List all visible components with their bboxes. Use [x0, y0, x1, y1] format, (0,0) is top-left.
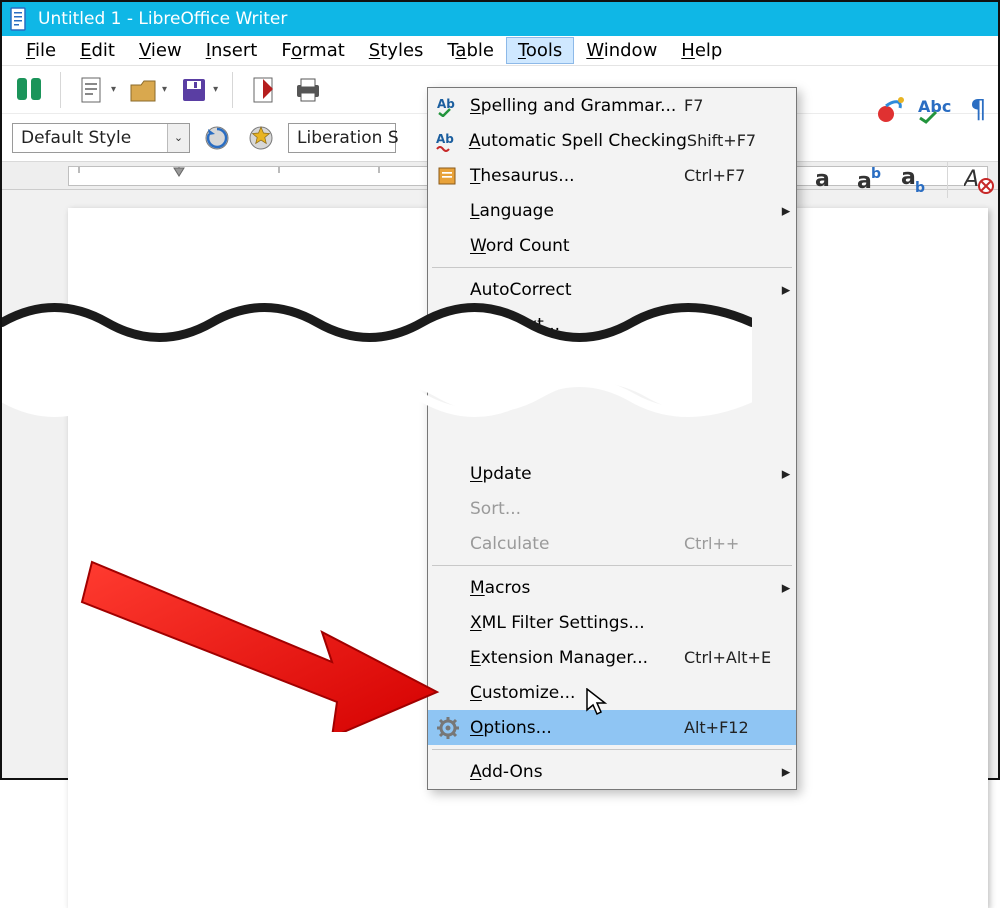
document-icon — [10, 7, 30, 31]
svg-text:a: a — [857, 169, 872, 194]
spellcheck-ab-icon: Ab — [428, 95, 468, 117]
svg-text:¶: ¶ — [970, 95, 987, 124]
open-button[interactable]: ▾ — [126, 73, 167, 107]
new-button[interactable]: ▾ — [75, 73, 116, 107]
chevron-down-icon[interactable]: ⌄ — [167, 124, 189, 152]
auto-spell-icon: Ab — [428, 130, 467, 152]
save-button[interactable]: ▾ — [177, 73, 218, 107]
gear-icon — [428, 717, 468, 739]
print-icon[interactable] — [291, 73, 325, 107]
find-replace-icon[interactable] — [12, 73, 46, 107]
tools-calculate: CalculateCtrl++ — [428, 526, 796, 561]
toolbar-right-1: Abc ¶ — [874, 92, 996, 126]
svg-text:Ab: Ab — [437, 97, 455, 111]
menu-edit[interactable]: Edit — [68, 37, 127, 64]
char-a-icon[interactable]: a — [811, 162, 845, 196]
font-name-combo[interactable]: Liberation S — [288, 123, 396, 153]
menu-insert[interactable]: Insert — [194, 37, 270, 64]
new-style-icon[interactable] — [244, 121, 278, 155]
menu-window[interactable]: Window — [574, 37, 669, 64]
menu-table[interactable]: Table — [435, 37, 506, 64]
tools-macros[interactable]: Macros▸ — [428, 570, 796, 605]
subscript-icon[interactable]: ab — [899, 162, 933, 196]
tools-dropdown: Ab Spelling and Grammar... F7 Ab Automat… — [427, 87, 797, 790]
svg-text:A: A — [964, 167, 979, 192]
svg-text:b: b — [871, 166, 881, 182]
tools-autotext[interactable]: AB AutoText...Ctrl+F3 — [428, 307, 796, 342]
svg-text:b: b — [915, 180, 925, 194]
menu-styles[interactable]: Styles — [357, 37, 436, 64]
svg-text:B: B — [445, 326, 452, 336]
toolbar-right-2: a ab ab A — [811, 162, 996, 198]
paragraph-style-combo[interactable]: Default Style ⌄ — [12, 123, 190, 153]
update-style-icon[interactable] — [200, 121, 234, 155]
tools-thesaurus[interactable]: Thesaurus... Ctrl+F7 — [428, 158, 796, 193]
tools-addons[interactable]: Add-Ons▸ — [428, 754, 796, 789]
svg-text:a: a — [901, 165, 916, 190]
svg-text:A: A — [437, 317, 444, 328]
tools-customize[interactable]: Customize... — [428, 675, 796, 710]
tools-sort: Sort... — [428, 491, 796, 526]
paragraph-style-value: Default Style — [13, 128, 139, 148]
menu-format[interactable]: Format — [269, 37, 356, 64]
tools-language[interactable]: Language▸ — [428, 193, 796, 228]
thesaurus-icon — [428, 165, 468, 187]
menu-view[interactable]: View — [127, 37, 194, 64]
window-title: Untitled 1 - LibreOffice Writer — [38, 9, 287, 29]
titlebar: Untitled 1 - LibreOffice Writer — [2, 2, 998, 36]
tools-autocorrect[interactable]: AutoCorrect▸ — [428, 272, 796, 307]
tools-autospell[interactable]: Ab Automatic Spell Checking Shift+F7 — [428, 123, 796, 158]
tools-xml-filter[interactable]: XML Filter Settings... — [428, 605, 796, 640]
font-name-value: Liberation S — [289, 128, 407, 148]
logo-icon[interactable] — [874, 92, 908, 126]
autotext-icon: AB — [428, 314, 468, 336]
tools-options[interactable]: Options...Alt+F12 — [428, 710, 796, 745]
svg-text:a: a — [815, 167, 830, 192]
menu-help[interactable]: Help — [669, 37, 734, 64]
clear-formatting-icon[interactable]: A — [962, 162, 996, 196]
tools-spelling[interactable]: Ab Spelling and Grammar... F7 — [428, 88, 796, 123]
superscript-icon[interactable]: ab — [855, 162, 889, 196]
tools-wordcount[interactable]: Word Count — [428, 228, 796, 263]
menu-tools[interactable]: Tools — [506, 37, 574, 64]
svg-text:Ab: Ab — [436, 132, 454, 146]
pilcrow-icon[interactable]: ¶ — [962, 92, 996, 126]
menubar: File Edit View Insert Format Styles Tabl… — [2, 36, 998, 66]
tools-extension-manager[interactable]: Extension Manager...Ctrl+Alt+E — [428, 640, 796, 675]
menu-file[interactable]: File — [14, 37, 68, 64]
spellcheck-icon[interactable]: Abc — [918, 92, 952, 126]
export-pdf-icon[interactable] — [247, 73, 281, 107]
tools-update[interactable]: Update▸ — [428, 456, 796, 491]
